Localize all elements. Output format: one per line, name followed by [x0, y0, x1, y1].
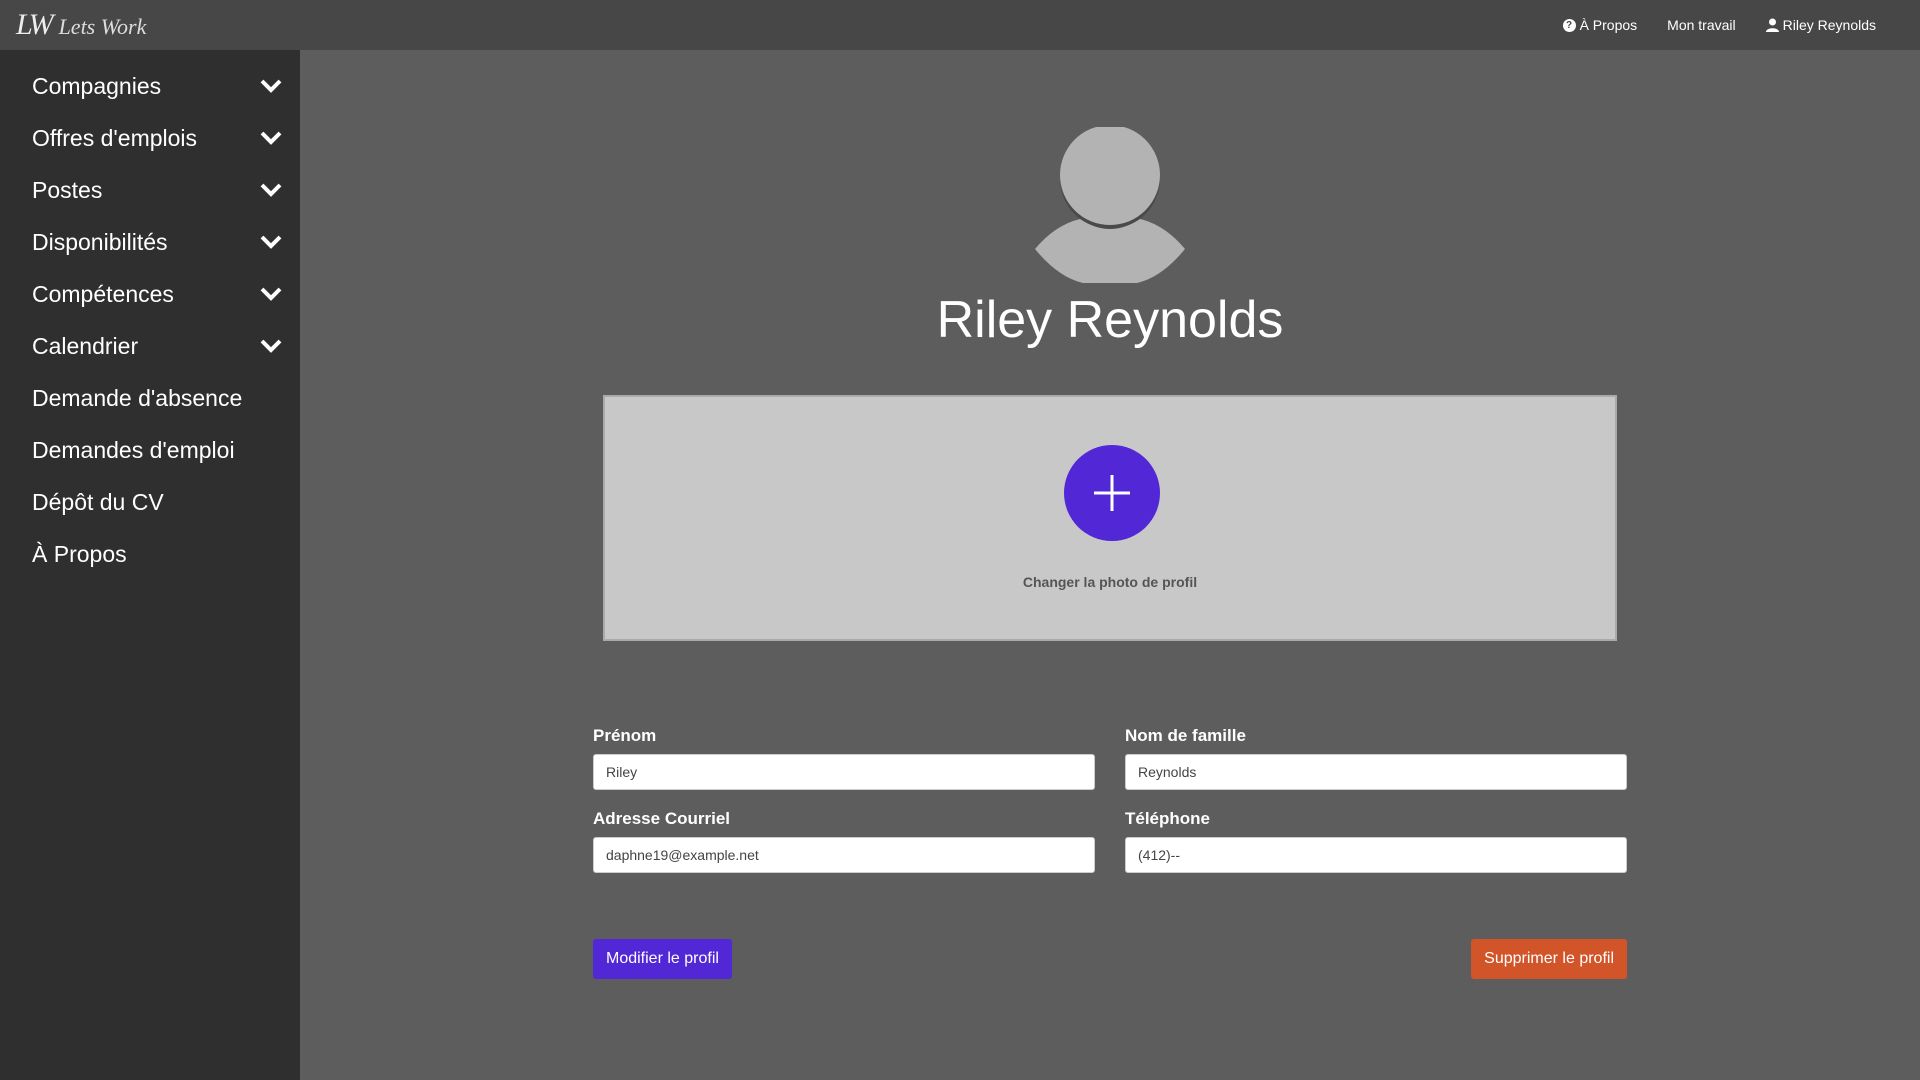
email-input[interactable] — [593, 837, 1095, 873]
question-circle-icon: ? — [1562, 18, 1576, 32]
brand-logo: LW — [16, 8, 54, 41]
email-label: Adresse Courriel — [593, 809, 730, 828]
edit-profile-button[interactable]: Modifier le profil — [593, 939, 732, 979]
sidebar-item-offres-emplois[interactable]: Offres d'emplois — [0, 112, 300, 164]
sidebar-item-competences[interactable]: Compétences — [0, 268, 300, 320]
sidebar-item-a-propos[interactable]: À Propos — [0, 528, 300, 580]
sidebar-item-label: Demande d'absence — [32, 384, 243, 411]
phone-input[interactable] — [1125, 837, 1627, 873]
last-name-label: Nom de famille — [1125, 726, 1246, 745]
sidebar-item-label: Dépôt du CV — [32, 488, 164, 515]
sidebar-item-label: Postes — [32, 176, 103, 203]
main-content: Riley Reynolds Changer la photo de profi… — [300, 50, 1920, 1080]
chevron-down-icon — [260, 127, 282, 149]
profile-name: Riley Reynolds — [936, 291, 1284, 349]
sidebar-item-label: Compétences — [32, 280, 174, 307]
last-name-group: Nom de famille — [1125, 726, 1627, 790]
email-group: Adresse Courriel — [593, 809, 1095, 873]
brand-name: Lets Work — [58, 14, 147, 39]
sidebar-item-label: Disponibilités — [32, 228, 168, 255]
first-name-group: Prénom — [593, 726, 1095, 790]
nav-my-work-link[interactable]: Mon travail — [1667, 17, 1735, 33]
nav-about-label: À Propos — [1579, 17, 1638, 33]
sidebar-item-depot-cv[interactable]: Dépôt du CV — [0, 476, 300, 528]
chevron-down-icon — [260, 231, 282, 253]
top-nav: ? À Propos Mon travail Riley Reynolds — [1562, 17, 1876, 33]
last-name-input[interactable] — [1125, 754, 1627, 790]
sidebar-item-label: Compagnies — [32, 72, 162, 99]
chevron-down-icon — [260, 75, 282, 97]
sidebar-item-demande-absence[interactable]: Demande d'absence — [0, 372, 300, 424]
nav-user-link[interactable]: Riley Reynolds — [1765, 17, 1876, 33]
chevron-down-icon — [260, 283, 282, 305]
add-photo-button[interactable] — [1064, 445, 1160, 541]
brand[interactable]: LW Lets Work — [16, 8, 146, 42]
nav-about-link[interactable]: ? À Propos — [1562, 17, 1638, 33]
sidebar-item-label: À Propos — [32, 540, 127, 567]
chevron-down-icon — [260, 335, 282, 357]
delete-profile-button[interactable]: Supprimer le profil — [1471, 939, 1627, 979]
sidebar-item-demandes-emploi[interactable]: Demandes d'emploi — [0, 424, 300, 476]
first-name-label: Prénom — [593, 726, 657, 745]
sidebar-item-postes[interactable]: Postes — [0, 164, 300, 216]
avatar-placeholder-icon — [1035, 127, 1185, 283]
phone-group: Téléphone — [1125, 809, 1627, 873]
sidebar-item-calendrier[interactable]: Calendrier — [0, 320, 300, 372]
sidebar-item-label: Demandes d'emploi — [32, 436, 235, 463]
change-photo-label: Changer la photo de profil — [1022, 574, 1198, 590]
sidebar-item-label: Calendrier — [32, 332, 139, 359]
sidebar-item-label: Offres d'emplois — [32, 124, 198, 151]
chevron-down-icon — [260, 179, 282, 201]
user-icon — [1765, 18, 1779, 32]
sidebar-item-disponibilites[interactable]: Disponibilités — [0, 216, 300, 268]
plus-icon — [1094, 475, 1130, 511]
nav-user-label: Riley Reynolds — [1782, 17, 1876, 33]
sidebar-item-compagnies[interactable]: Compagnies — [0, 60, 300, 112]
nav-my-work-label: Mon travail — [1667, 17, 1736, 33]
phone-label: Téléphone — [1125, 809, 1211, 828]
sidebar: Compagnies Offres d'emplois Postes Dispo… — [0, 50, 300, 1080]
first-name-input[interactable] — [593, 754, 1095, 790]
top-navbar: LW Lets Work ? À Propos Mon travail Rile… — [0, 0, 1920, 50]
photo-upload-area[interactable]: Changer la photo de profil — [603, 395, 1617, 641]
